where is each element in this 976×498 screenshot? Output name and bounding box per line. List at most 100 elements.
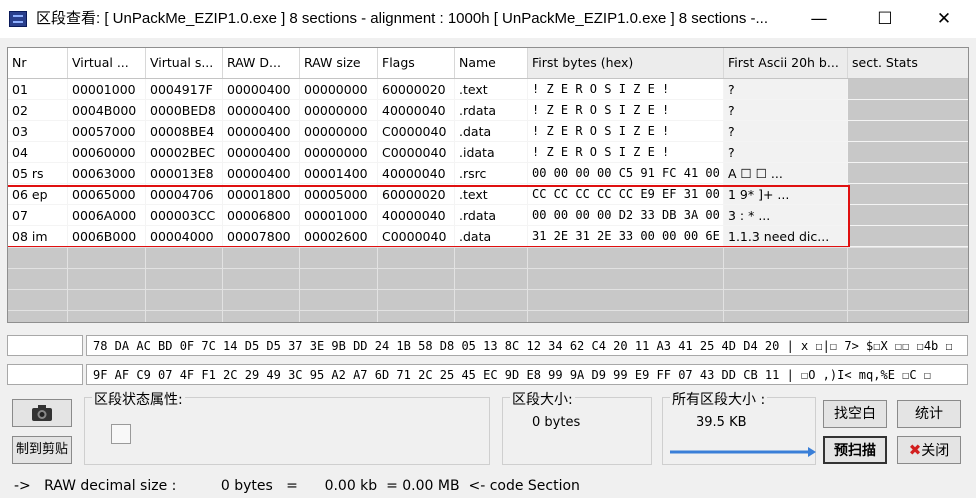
table-cell: .data [455, 226, 528, 247]
minimize-button[interactable]: — [796, 0, 842, 38]
table-cell [848, 121, 968, 142]
table-cell: 40000040 [378, 205, 455, 226]
table-cell: 00006800 [223, 205, 300, 226]
table-cell [848, 163, 968, 184]
table-cell: 00065000 [68, 184, 146, 205]
table-cell: 00000400 [223, 163, 300, 184]
snapshot-button[interactable] [12, 399, 72, 427]
grid-line [67, 247, 68, 322]
table-cell: ? [724, 79, 848, 100]
close-x-icon: ✖ [908, 441, 922, 459]
column-header-virtual[interactable]: Virtual ... [68, 48, 146, 78]
table-row[interactable]: 05 rs 00063000 000013E8 00000400 00001400 400… [8, 163, 968, 184]
table-cell [848, 205, 968, 226]
table-cell: .text [455, 79, 528, 100]
table-cell: ! Z E R O S I Z E ! [528, 79, 724, 100]
table-cell: 60000020 [378, 184, 455, 205]
grid-line [8, 268, 968, 269]
table-cell: ! Z E R O S I Z E ! [528, 142, 724, 163]
table-row[interactable]: 07 0006A000 000003CC 00006800 00001000 400000… [8, 205, 968, 226]
table-cell [848, 79, 968, 100]
table-cell: ? [724, 121, 848, 142]
grid-line [377, 247, 378, 322]
table-row[interactable]: 01 00001000 0004917F 00000400 00000000 600000… [8, 79, 968, 100]
hex-offset-box-1 [7, 335, 83, 356]
table-cell: 1 9* ]+ ... [724, 184, 848, 205]
table-cell: 00002BEC [146, 142, 223, 163]
table-cell: 1.1.3 need dic... [724, 226, 848, 247]
table-cell: 40000040 [378, 100, 455, 121]
title-bar[interactable]: 区段查看: [ UnPackMe_EZIP1.0.exe ] 8 section… [0, 0, 976, 38]
table-row[interactable]: 06 ep 00065000 00004706 00001800 00005000 600… [8, 184, 968, 205]
column-header-raw-d[interactable]: RAW D... [223, 48, 300, 78]
table-row[interactable]: 03 00057000 00008BE4 00000400 00000000 C00000… [8, 121, 968, 142]
grid-line [8, 289, 968, 290]
table-cell: .idata [455, 142, 528, 163]
table-cell: 31 2E 31 2E 33 00 00 00 6E [528, 226, 724, 247]
table-cell: 00000400 [223, 100, 300, 121]
table-cell [848, 142, 968, 163]
table-cell: .text [455, 184, 528, 205]
camera-icon [32, 405, 52, 421]
column-header-nr[interactable]: Nr [8, 48, 68, 78]
column-header-raw-size[interactable]: RAW size [300, 48, 378, 78]
table-cell: 00 00 00 00 C5 91 FC 41 00 [528, 163, 724, 184]
prescan-button[interactable]: 预扫描 [823, 436, 887, 464]
table-cell: 00 00 00 00 D2 33 DB 3A 00 [528, 205, 724, 226]
table-cell: ! Z E R O S I Z E ! [528, 121, 724, 142]
find-blank-button[interactable]: 找空白 [823, 400, 887, 428]
table-cell: 00057000 [68, 121, 146, 142]
grid-line [847, 247, 848, 322]
window-title: 区段查看: [ UnPackMe_EZIP1.0.exe ] 8 section… [36, 10, 768, 27]
table-row[interactable]: 02 0004B000 0000BED8 00000400 00000000 400000… [8, 100, 968, 121]
table-cell: 00001000 [300, 205, 378, 226]
table-row[interactable]: 08 im 0006B000 00004000 00007800 00002600 C00… [8, 226, 968, 247]
table-cell: .rdata [455, 100, 528, 121]
table-cell: .rsrc [455, 163, 528, 184]
all-sections-value: 39.5 KB [696, 415, 747, 430]
table-cell: C0000040 [378, 226, 455, 247]
table-cell [848, 100, 968, 121]
table-cell: .rdata [455, 205, 528, 226]
table-cell: CC CC CC CC CC E9 EF 31 00 [528, 184, 724, 205]
column-header-first-bytes-hex[interactable]: First bytes (hex) [528, 48, 724, 78]
column-header-flags[interactable]: Flags [378, 48, 455, 78]
column-header-name[interactable]: Name [455, 48, 528, 78]
table-cell [848, 226, 968, 247]
column-header-first-ascii-20h-b[interactable]: First Ascii 20h b... [724, 48, 848, 78]
section-size-title: 区段大小: [510, 389, 575, 409]
stats-button[interactable]: 统计 [897, 400, 961, 428]
grid-line [723, 247, 724, 322]
grid-line [8, 310, 968, 311]
grid-line [527, 247, 528, 322]
table-cell: 0000BED8 [146, 100, 223, 121]
copy-clipboard-button[interactable]: 制到剪贴 [12, 436, 72, 464]
table-cell: 00008BE4 [146, 121, 223, 142]
close-window-button[interactable]: ✕ [921, 0, 967, 38]
scan-progress-bar [670, 447, 816, 457]
grid-line [145, 247, 146, 322]
grid-header: Nr Virtual ... Virtual s... RAW D... RAW siz… [8, 48, 968, 79]
table-row[interactable]: 04 00060000 00002BEC 00000400 00000000 C00000… [8, 142, 968, 163]
table-cell: 01 [8, 79, 68, 100]
section-attributes-title: 区段状态属性: [92, 389, 185, 409]
grid-line [222, 247, 223, 322]
column-header-virtual-s[interactable]: Virtual s... [146, 48, 223, 78]
table-cell: 08 im [8, 226, 68, 247]
table-cell: 00000000 [300, 79, 378, 100]
table-cell: 0004B000 [68, 100, 146, 121]
table-cell: 00005000 [300, 184, 378, 205]
section-attribute-checkbox[interactable] [111, 424, 131, 444]
table-cell: 00000400 [223, 79, 300, 100]
table-cell: 00004706 [146, 184, 223, 205]
table-cell: C0000040 [378, 142, 455, 163]
column-header-sect-stats[interactable]: sect. Stats [848, 48, 968, 78]
sections-grid[interactable]: Nr Virtual ... Virtual s... RAW D... RAW siz… [7, 47, 969, 323]
maximize-button[interactable]: ☐ [862, 0, 908, 38]
table-cell: 00007800 [223, 226, 300, 247]
close-button[interactable]: ✖关闭 [897, 436, 961, 464]
app-icon [9, 11, 27, 27]
table-cell: 00001400 [300, 163, 378, 184]
section-size-value: 0 bytes [532, 415, 581, 430]
table-cell: 02 [8, 100, 68, 121]
